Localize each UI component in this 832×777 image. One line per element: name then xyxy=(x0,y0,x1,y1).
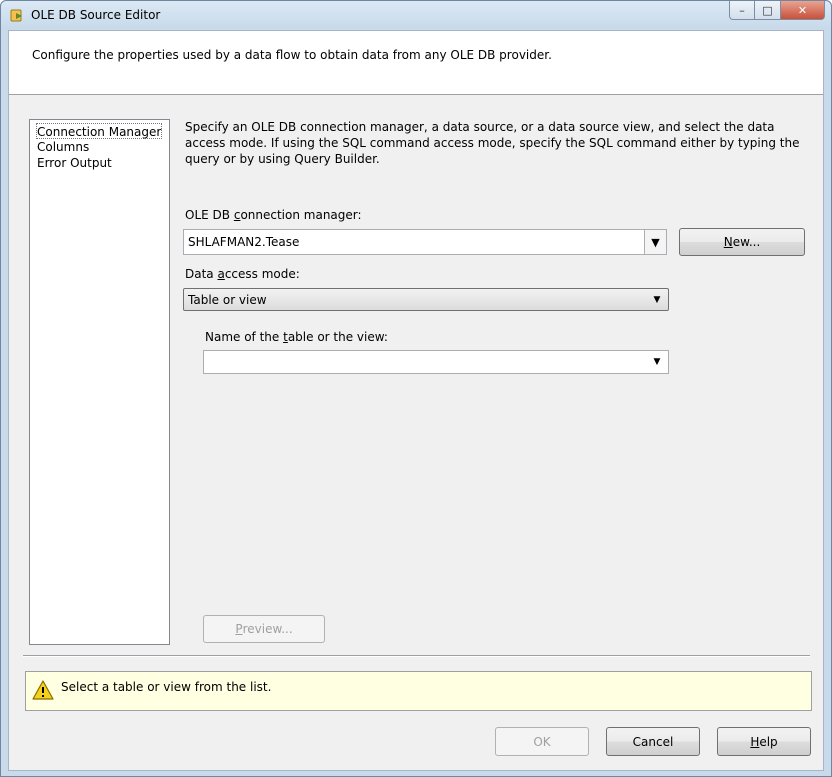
nav-item-label: Connection Manager xyxy=(37,125,162,139)
access-mode-label: Data access mode: xyxy=(185,267,300,281)
table-name-label: Name of the table or the view: xyxy=(205,330,388,344)
header-description: Configure the properties used by a data … xyxy=(32,48,552,62)
new-connection-button[interactable]: New... xyxy=(679,228,805,256)
table-name-combo[interactable]: ▼ xyxy=(203,350,669,374)
preview-button[interactable]: Preview... xyxy=(203,615,325,643)
connection-manager-label: OLE DB connection manager: xyxy=(185,208,362,222)
connection-manager-combo[interactable]: SHLAFMAN2.Tease ▼ xyxy=(183,229,667,255)
separator xyxy=(23,655,810,657)
status-message-bar: Select a table or view from the list. xyxy=(25,671,812,711)
dialog-client-area: Configure the properties used by a data … xyxy=(8,30,824,771)
page-description: Specify an OLE DB connection manager, a … xyxy=(185,120,800,166)
minimize-button[interactable]: – xyxy=(729,1,755,20)
dialog-window: OLE DB Source Editor – □ ✕ Configure the… xyxy=(0,0,832,777)
chevron-down-icon[interactable]: ▼ xyxy=(646,289,668,310)
page-navigation-list: Connection Manager Columns Error Output xyxy=(29,119,170,645)
nav-item-connection-manager[interactable]: Connection Manager xyxy=(36,123,163,139)
connection-manager-value: SHLAFMAN2.Tease xyxy=(188,235,300,249)
help-button[interactable]: Help xyxy=(717,727,811,756)
access-mode-select[interactable]: Table or view ▼ xyxy=(183,288,669,311)
window-title: OLE DB Source Editor xyxy=(31,8,161,22)
chevron-down-icon[interactable]: ▼ xyxy=(646,351,668,373)
access-mode-value: Table or view xyxy=(188,293,267,307)
ole-db-source-icon xyxy=(10,9,22,22)
cancel-button[interactable]: Cancel xyxy=(606,727,700,756)
nav-item-error-output[interactable]: Error Output xyxy=(36,155,113,171)
status-message: Select a table or view from the list. xyxy=(61,680,272,694)
window-controls: – □ ✕ xyxy=(729,1,825,21)
nav-item-columns[interactable]: Columns xyxy=(36,139,90,155)
nav-item-label: Error Output xyxy=(37,156,112,170)
nav-item-label: Columns xyxy=(37,140,90,154)
title-bar[interactable]: OLE DB Source Editor – □ ✕ xyxy=(1,1,831,29)
close-button[interactable]: ✕ xyxy=(781,1,825,20)
ok-button[interactable]: OK xyxy=(495,727,589,756)
warning-triangle-icon xyxy=(32,680,54,700)
chevron-down-icon[interactable]: ▼ xyxy=(644,230,666,254)
maximize-button[interactable]: □ xyxy=(755,1,781,20)
header-band: Configure the properties used by a data … xyxy=(9,31,823,95)
